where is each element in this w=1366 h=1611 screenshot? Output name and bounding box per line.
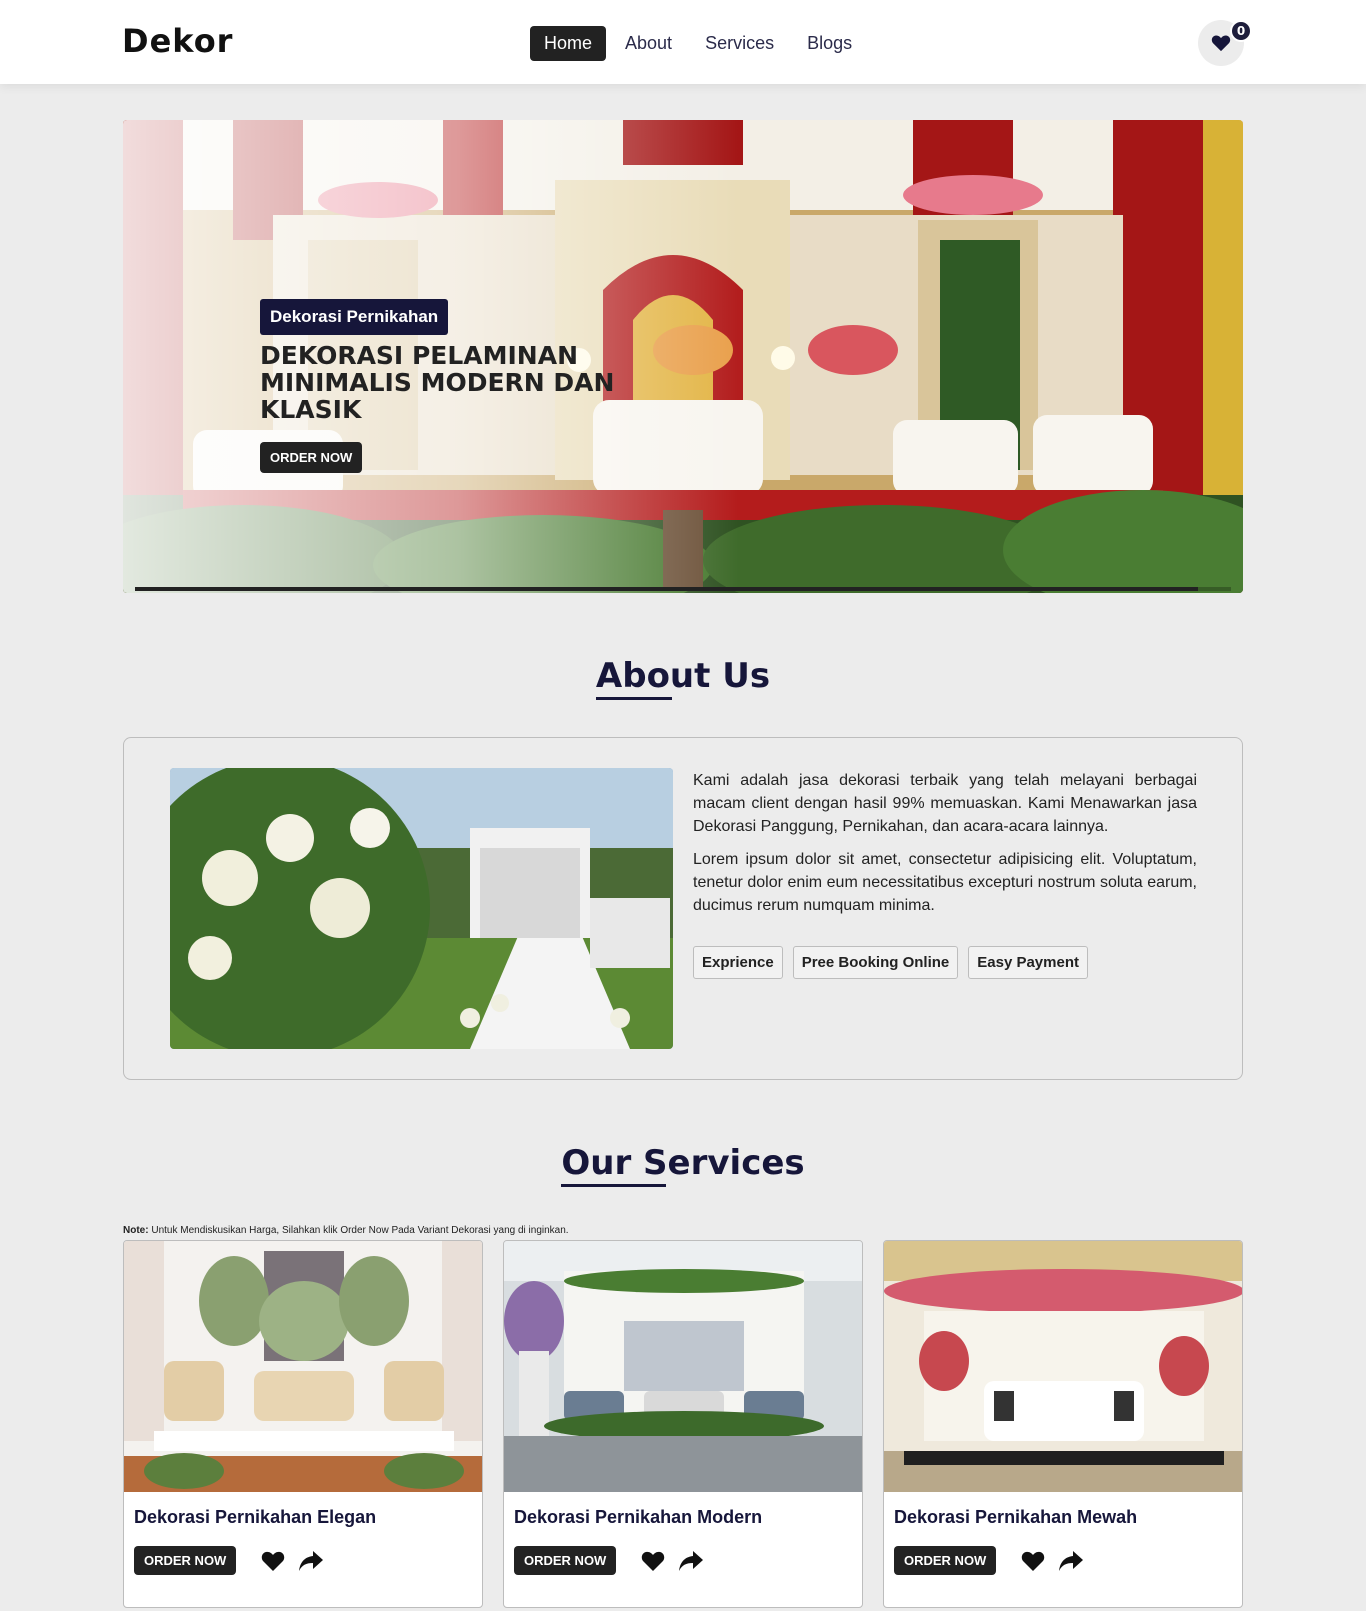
hero-banner: Dekorasi Pernikahan DEKORASI PELAMINAN M… <box>123 120 1243 593</box>
service-image-modern <box>504 1241 862 1492</box>
about-description: Kami adalah jasa dekorasi terbaik yang t… <box>693 769 1197 927</box>
about-title-text: About Us <box>595 656 771 696</box>
navbar: Dekor Home About Services Blogs 0 <box>0 0 1366 84</box>
share-icon[interactable] <box>678 1548 704 1574</box>
share-icon[interactable] <box>1058 1548 1084 1574</box>
service-image-elegan <box>124 1241 482 1492</box>
about-section-title: About Us <box>0 656 1366 700</box>
service-card-image <box>504 1241 862 1492</box>
chip-experience: Exprience <box>693 946 783 979</box>
heart-icon[interactable] <box>1020 1548 1046 1574</box>
services-title-underline <box>561 1184 667 1187</box>
heart-icon[interactable] <box>640 1548 666 1574</box>
services-note-label: Note: <box>123 1225 149 1236</box>
hero-order-now-button[interactable]: ORDER NOW <box>260 442 363 473</box>
service-card-image <box>884 1241 1242 1492</box>
nav-link-home[interactable]: Home <box>530 26 607 61</box>
brand-logo[interactable]: Dekor <box>122 22 233 60</box>
services-card-list: Dekorasi Pernikahan Elegan ORDER NOW Dek… <box>123 1240 1243 1608</box>
nav-link-blogs[interactable]: Blogs <box>793 26 866 61</box>
chip-pre-booking-online: Pree Booking Online <box>792 946 959 979</box>
service-card-image <box>124 1241 482 1492</box>
order-now-button[interactable]: ORDER NOW <box>134 1546 237 1575</box>
service-card-actions: ORDER NOW <box>894 1546 1096 1575</box>
service-card-actions: ORDER NOW <box>514 1546 716 1575</box>
service-card-title: Dekorasi Pernikahan Mewah <box>894 1507 1138 1527</box>
service-card-mewah: Dekorasi Pernikahan Mewah ORDER NOW <box>883 1240 1243 1608</box>
nav-link-about[interactable]: About <box>611 26 686 61</box>
service-card-modern: Dekorasi Pernikahan Modern ORDER NOW <box>503 1240 863 1608</box>
hero-title: DEKORASI PELAMINAN MINIMALIS MODERN DAN … <box>260 341 615 424</box>
services-title-text: Our Services <box>561 1143 805 1183</box>
about-paragraph-1: Kami adalah jasa dekorasi terbaik yang t… <box>693 772 1197 835</box>
about-card: Kami adalah jasa dekorasi terbaik yang t… <box>123 737 1243 1080</box>
services-note-text: Untuk Mendiskusikan Harga, Silahkan klik… <box>148 1225 569 1236</box>
about-feature-chips: Exprience Pree Booking Online Easy Payme… <box>693 946 1098 979</box>
service-card-actions: ORDER NOW <box>134 1546 336 1575</box>
service-card-title: Dekorasi Pernikahan Modern <box>514 1507 763 1527</box>
chip-easy-payment: Easy Payment <box>968 946 1088 979</box>
heart-icon <box>1211 35 1231 52</box>
hero-slide-progress-fill <box>135 587 1199 591</box>
nav-link-services[interactable]: Services <box>691 26 788 61</box>
about-image-graphic <box>170 768 673 1049</box>
hero-category-tag: Dekorasi Pernikahan <box>260 299 449 335</box>
favorites-count-badge: 0 <box>1230 20 1252 42</box>
service-card-elegan: Dekorasi Pernikahan Elegan ORDER NOW <box>123 1240 483 1608</box>
about-paragraph-2: Lorem ipsum dolor sit amet, consectetur … <box>693 851 1197 914</box>
about-title-underline <box>595 697 672 700</box>
service-image-mewah <box>884 1241 1242 1492</box>
order-now-button[interactable]: ORDER NOW <box>514 1546 617 1575</box>
order-now-button[interactable]: ORDER NOW <box>894 1546 997 1575</box>
share-icon[interactable] <box>298 1548 324 1574</box>
nav-links: Home About Services Blogs <box>530 26 871 61</box>
about-image <box>170 768 673 1049</box>
services-note: Note: Untuk Mendiskusikan Harga, Silahka… <box>123 1225 569 1236</box>
services-section-title: Our Services <box>0 1143 1366 1187</box>
hero-slide-progress <box>135 587 1231 591</box>
service-card-title: Dekorasi Pernikahan Elegan <box>134 1507 377 1527</box>
heart-icon[interactable] <box>260 1548 286 1574</box>
